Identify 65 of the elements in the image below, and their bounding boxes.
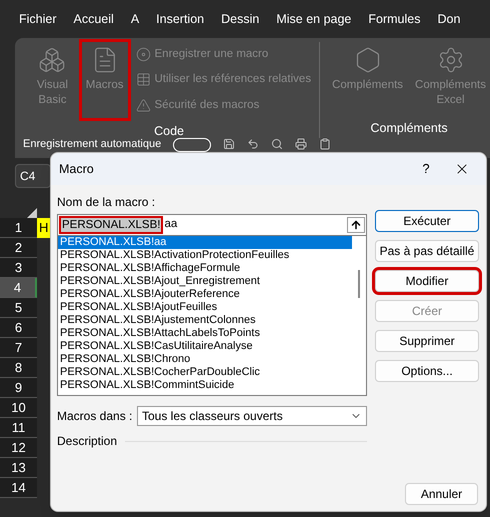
row-header[interactable]: 14 [0, 478, 37, 498]
dialog-button[interactable]: Supprimer [375, 330, 479, 352]
dialog-button[interactable]: Exécuter [375, 210, 479, 232]
dialog-button[interactable]: Pas à pas détaillé [375, 240, 479, 262]
clipboard-icon[interactable] [319, 138, 332, 150]
help-button[interactable]: ? [414, 159, 438, 179]
menu-tab[interactable]: Fichier [19, 10, 57, 28]
row-header[interactable]: 9 [0, 378, 37, 398]
record-icon [136, 47, 150, 62]
dialog-button[interactable]: Options... [375, 360, 479, 382]
macro-list-item[interactable]: PERSONAL.XLSB!CasUtilitaireAnalyse [58, 340, 352, 353]
group-label: Compléments [369, 120, 449, 138]
description-label: Description [57, 433, 118, 450]
macro-list-item[interactable]: PERSONAL.XLSB!AjouterReference [58, 288, 352, 301]
macro-list-item[interactable]: PERSONAL.XLSB!ActivationProtectionFeuilles [58, 249, 352, 262]
row-header[interactable]: 7 [0, 338, 37, 358]
autosave-label: Enregistrement automatique [23, 138, 162, 150]
undo-icon[interactable] [247, 138, 260, 150]
printer-icon[interactable] [295, 138, 308, 150]
warning-icon [136, 98, 150, 113]
macro-list-item[interactable]: PERSONAL.XLSB!AffichageFormule [58, 262, 352, 275]
group-label: Code [153, 123, 185, 139]
menu-tab[interactable]: Formules [368, 10, 420, 28]
macro-list-item[interactable]: PERSONAL.XLSB!aa [58, 236, 352, 249]
row-header[interactable]: 8 [0, 358, 37, 378]
row-header[interactable]: 2 [0, 238, 37, 258]
row-header[interactable]: 5 [0, 298, 37, 318]
menu-tab[interactable]: Insertion [156, 10, 204, 28]
name-box[interactable]: C4 [15, 164, 51, 188]
row-header[interactable]: 11 [0, 418, 37, 438]
corner-triangle-icon [27, 208, 37, 218]
selected-text: PERSONAL.XLSB! [59, 216, 164, 234]
macro-list-item[interactable]: PERSONAL.XLSB!AjustementColonnes [58, 314, 352, 327]
menu-tab[interactable]: Don [437, 10, 460, 28]
row-header[interactable]: 1 [0, 218, 37, 238]
menu-tab[interactable]: A [130, 10, 140, 28]
dialog-button[interactable]: Modifier [375, 270, 479, 292]
cancel-button[interactable]: Annuler [405, 483, 478, 505]
cubes-icon [38, 46, 66, 74]
macro-list-item[interactable]: PERSONAL.XLSB!CommintSuicide [58, 379, 352, 392]
menu-tab[interactable]: Mise en page [276, 10, 352, 28]
save-icon[interactable] [223, 138, 236, 150]
menu-tab[interactable]: Dessin [221, 10, 260, 28]
row-header[interactable]: 13 [0, 458, 37, 478]
row-header[interactable]: 12 [0, 438, 37, 458]
macro-list-item[interactable]: PERSONAL.XLSB!Chrono [58, 353, 352, 366]
dialog-title: Macro [59, 160, 95, 178]
row-header[interactable]: 4 [0, 278, 37, 298]
table-icon [136, 72, 150, 88]
row-header[interactable]: 3 [0, 258, 37, 278]
macro-list-item[interactable]: PERSONAL.XLSB!Ajout_Enregistrement [58, 275, 352, 288]
upload-arrow-icon [350, 219, 362, 231]
row-header[interactable]: 6 [0, 318, 37, 338]
macro-list-item[interactable]: PERSONAL.XLSB!AjoutFeuilles [58, 301, 352, 314]
menu-tab[interactable]: Accueil [74, 10, 114, 28]
search-icon[interactable] [271, 138, 284, 150]
macro-list-item[interactable]: PERSONAL.XLSB!AttachLabelsToPoints [58, 327, 352, 340]
macros-in-dropdown[interactable]: Tous les classeurs ouverts [137, 406, 367, 426]
collapse-button[interactable] [347, 217, 365, 233]
macro-name-label: Nom de la macro : [57, 194, 156, 211]
row-header[interactable]: 10 [0, 398, 37, 418]
macro-name-field[interactable]: PERSONAL.XLSB! aa [57, 214, 367, 236]
macros-in-label: Macros dans : [57, 408, 129, 425]
macro-list-item[interactable]: PERSONAL.XLSB!CocherParDoubleClic [58, 366, 352, 379]
field-text: aa [163, 217, 178, 232]
